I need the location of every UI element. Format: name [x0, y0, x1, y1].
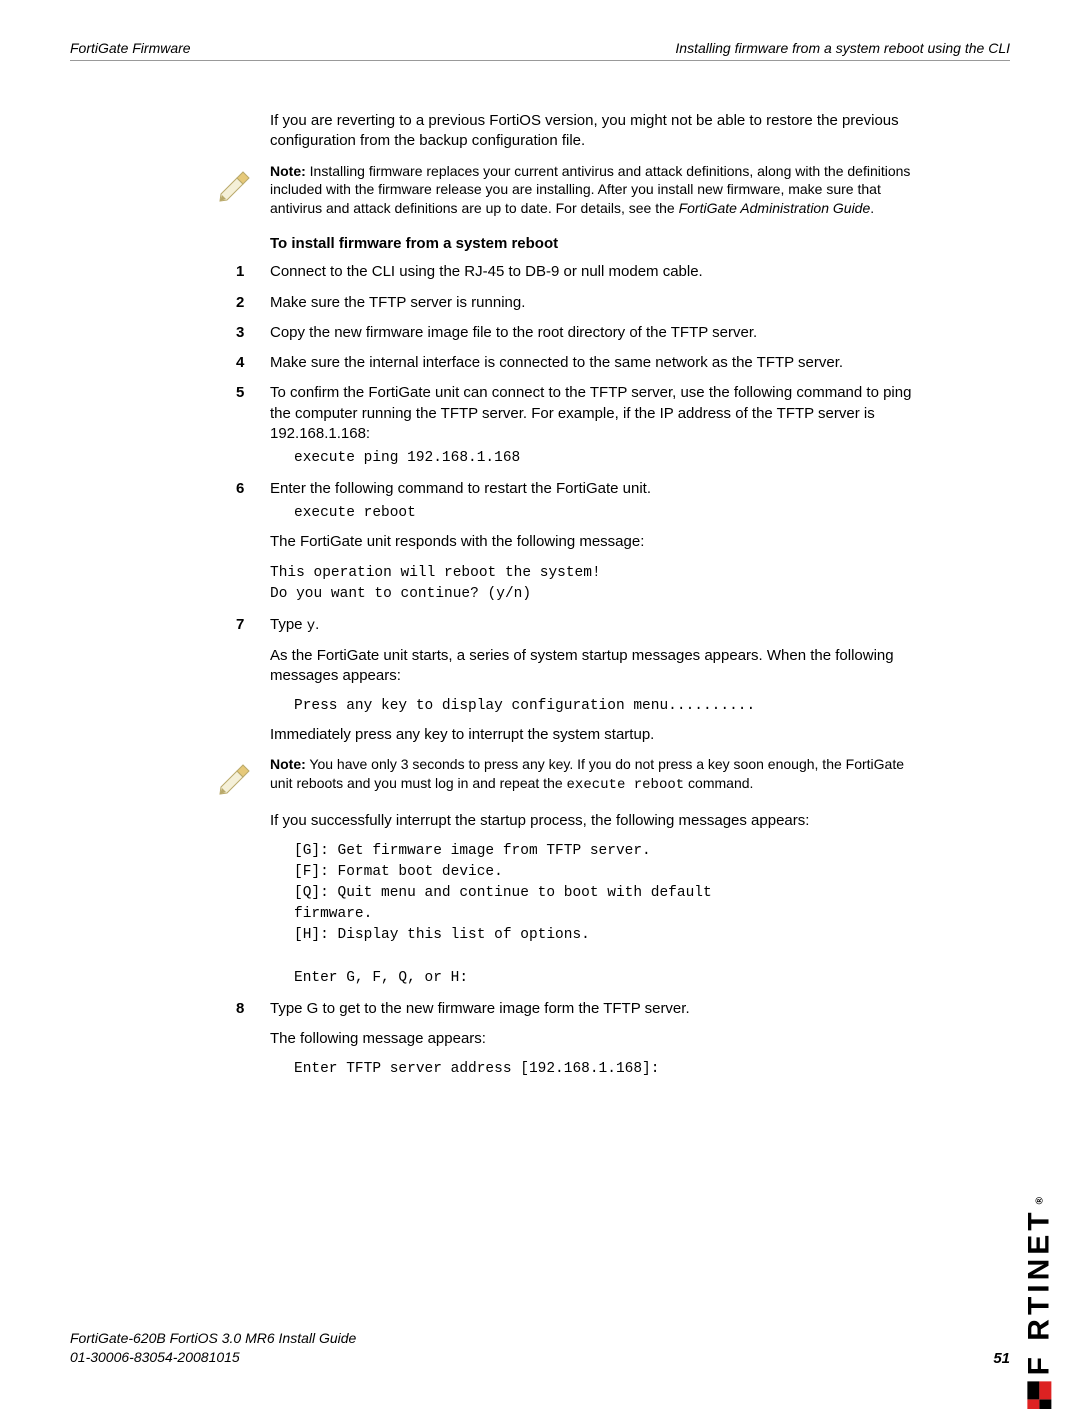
step-1: 1Connect to the CLI using the RJ-45 to D… — [270, 262, 930, 282]
code-boot-menu: [G]: Get firmware image from TFTP server… — [294, 841, 930, 988]
header-right: Installing firmware from a system reboot… — [675, 40, 1010, 56]
step-number: 8 — [236, 999, 244, 1019]
guide-reference: FortiGate Administration Guide — [679, 200, 871, 216]
footer-docid: 01-30006-83054-20081015 — [70, 1348, 1010, 1367]
step-3: 3Copy the new firmware image file to the… — [270, 323, 930, 343]
step-list: 1Connect to the CLI using the RJ-45 to D… — [270, 262, 930, 1080]
main-content: If you are reverting to a previous Forti… — [270, 111, 930, 1080]
note-pencil-icon — [215, 757, 255, 797]
step-7-type: Type — [270, 616, 307, 633]
step-7-after: As the FortiGate unit starts, a series o… — [270, 646, 930, 687]
page-header: FortiGate Firmware Installing firmware f… — [70, 40, 1010, 56]
step-text: Type G to get to the new firmware image … — [270, 1000, 690, 1017]
note2-part2: unit reboots and you must log in and rep… — [270, 775, 567, 791]
brand-registered: ® — [1034, 1197, 1045, 1204]
intro-paragraph: If you are reverting to a previous Forti… — [270, 111, 930, 152]
section-heading: To install firmware from a system reboot — [270, 234, 930, 254]
step-text: To confirm the FortiGate unit can connec… — [270, 384, 911, 442]
step-number: 5 — [236, 383, 244, 403]
code-execute-ping: execute ping 192.168.1.168 — [294, 448, 930, 469]
code-reboot-prompt: This operation will reboot the system! D… — [270, 563, 930, 605]
step-number: 6 — [236, 479, 244, 499]
inline-code-y: y — [307, 618, 315, 634]
step-5: 5 To confirm the FortiGate unit can conn… — [270, 383, 930, 469]
step-number: 3 — [236, 323, 244, 343]
code-press-any-key: Press any key to display configuration m… — [294, 696, 930, 717]
step-text: Enter the following command to restart t… — [270, 480, 651, 497]
step-text: Connect to the CLI using the RJ-45 to DB… — [270, 263, 703, 280]
step-4: 4Make sure the internal interface is con… — [270, 353, 930, 373]
step-number: 7 — [236, 615, 244, 635]
page: FortiGate Firmware Installing firmware f… — [0, 0, 1080, 1397]
fortinet-logo-icon — [1027, 1381, 1051, 1409]
fortinet-side-brand: F RTINET ® — [1022, 1197, 1056, 1409]
step-text: Copy the new firmware image file to the … — [270, 324, 757, 341]
header-left: FortiGate Firmware — [70, 40, 191, 56]
step-number: 4 — [236, 353, 244, 373]
note2-part3: command. — [684, 775, 753, 791]
note-tail: . — [870, 200, 874, 216]
inline-code-execute-reboot: execute reboot — [567, 777, 685, 793]
code-tftp-address: Enter TFTP server address [192.168.1.168… — [294, 1059, 930, 1080]
note2-fortigate: FortiGate — [846, 756, 904, 772]
step-number: 2 — [236, 293, 244, 313]
step-6: 6 Enter the following command to restart… — [270, 479, 930, 605]
interrupt-success-para: If you successfully interrupt the startu… — [270, 811, 930, 831]
step-text: Make sure the internal interface is conn… — [270, 354, 843, 371]
step-8: 8 Type G to get to the new firmware imag… — [270, 999, 930, 1081]
step-text: Make sure the TFTP server is running. — [270, 294, 525, 311]
note-label: Note: — [270, 163, 306, 179]
brand-text: F RTINET — [1022, 1208, 1056, 1375]
step-6-after: The FortiGate unit responds with the fol… — [270, 532, 930, 552]
footer-title: FortiGate-620B FortiOS 3.0 MR6 Install G… — [70, 1329, 1010, 1348]
step-2: 2Make sure the TFTP server is running. — [270, 293, 930, 313]
note-pencil-icon — [215, 164, 255, 204]
step-7-tail: Immediately press any key to interrupt t… — [270, 725, 930, 745]
step-8-after: The following message appears: — [270, 1029, 930, 1049]
note-three-seconds: Note: You have only 3 seconds to press a… — [215, 755, 930, 795]
note2-part1: You have only 3 seconds to press any key… — [306, 756, 846, 772]
note-label: Note: — [270, 756, 306, 772]
step-7: 7 Type y. As the FortiGate unit starts, … — [270, 615, 930, 989]
note-install-firmware: Note: Installing firmware replaces your … — [215, 162, 930, 219]
step-number: 1 — [236, 262, 244, 282]
footer-left: FortiGate-620B FortiOS 3.0 MR6 Install G… — [70, 1329, 1010, 1367]
header-rule — [70, 60, 1010, 61]
page-footer: FortiGate-620B FortiOS 3.0 MR6 Install G… — [70, 1329, 1010, 1367]
code-execute-reboot: execute reboot — [294, 503, 930, 524]
step-7-period: . — [315, 616, 319, 633]
page-number: 51 — [993, 1350, 1010, 1367]
